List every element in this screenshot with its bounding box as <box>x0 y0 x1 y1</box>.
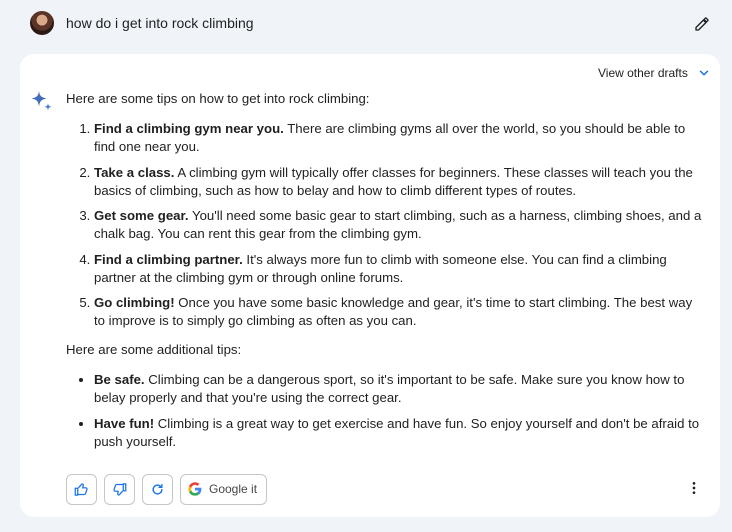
sparkle-icon <box>31 91 52 111</box>
more-vert-icon <box>692 482 696 494</box>
step-title: Find a climbing partner. <box>94 251 243 267</box>
response-content: Here are some tips on how to get into ro… <box>66 90 706 458</box>
prompt-text: how do i get into rock climbing <box>66 15 254 31</box>
tip-body: Climbing can be a dangerous sport, so it… <box>94 372 685 405</box>
prompt-row: how do i get into rock climbing <box>0 0 732 50</box>
list-item: Have fun! Climbing is a great way to get… <box>94 415 706 451</box>
view-other-drafts-label: View other drafts <box>598 66 688 80</box>
google-it-button[interactable]: Google it <box>180 473 268 505</box>
tip-body: Climbing is a great way to get exercise … <box>94 415 700 449</box>
steps-list: Find a climbing gym near you. There are … <box>66 120 706 330</box>
additional-tips-intro: Here are some additional tips: <box>66 342 242 357</box>
google-it-label: Google it <box>209 482 258 496</box>
list-item: Take a class. A climbing gym will typica… <box>94 164 706 200</box>
response-intro: Here are some tips on how to get into ro… <box>66 91 370 106</box>
step-title: Take a class. <box>94 164 175 180</box>
step-title: Find a climbing gym near you. <box>94 121 284 136</box>
chevron-down-icon <box>696 65 712 81</box>
step-body: A climbing gym will typically offer clas… <box>94 164 693 198</box>
google-g-icon <box>188 482 202 496</box>
pencil-icon <box>695 17 709 31</box>
edit-prompt-button[interactable] <box>690 12 714 36</box>
tip-title: Have fun! <box>94 415 155 431</box>
list-item: Be safe. Climbing can be a dangerous spo… <box>94 371 706 407</box>
additional-tips-list: Be safe. Climbing can be a dangerous spo… <box>66 371 706 451</box>
thumbs-down-button[interactable] <box>104 473 135 505</box>
tip-title: Be safe. <box>94 372 145 387</box>
response-card: View other drafts Here are some tips on … <box>20 54 720 517</box>
more-options-button[interactable] <box>682 476 706 500</box>
list-item: Get some gear. You'll need some basic ge… <box>94 207 706 243</box>
regenerate-button[interactable] <box>142 473 173 505</box>
step-body: Once you have some basic knowledge and g… <box>94 295 693 328</box>
response-actions: Google it <box>66 473 268 505</box>
list-item: Find a climbing gym near you. There are … <box>94 120 706 156</box>
step-title: Go climbing! <box>94 295 175 310</box>
list-item: Go climbing! Once you have some basic kn… <box>94 294 706 330</box>
user-avatar[interactable] <box>30 11 54 35</box>
step-title: Get some gear. <box>94 208 189 223</box>
view-other-drafts-button[interactable]: View other drafts <box>598 62 712 84</box>
thumbs-up-icon <box>74 482 88 496</box>
thumbs-up-button[interactable] <box>66 473 97 505</box>
list-item: Find a climbing partner. It's always mor… <box>94 251 706 287</box>
thumbs-down-icon <box>113 482 127 496</box>
refresh-icon <box>152 483 163 495</box>
